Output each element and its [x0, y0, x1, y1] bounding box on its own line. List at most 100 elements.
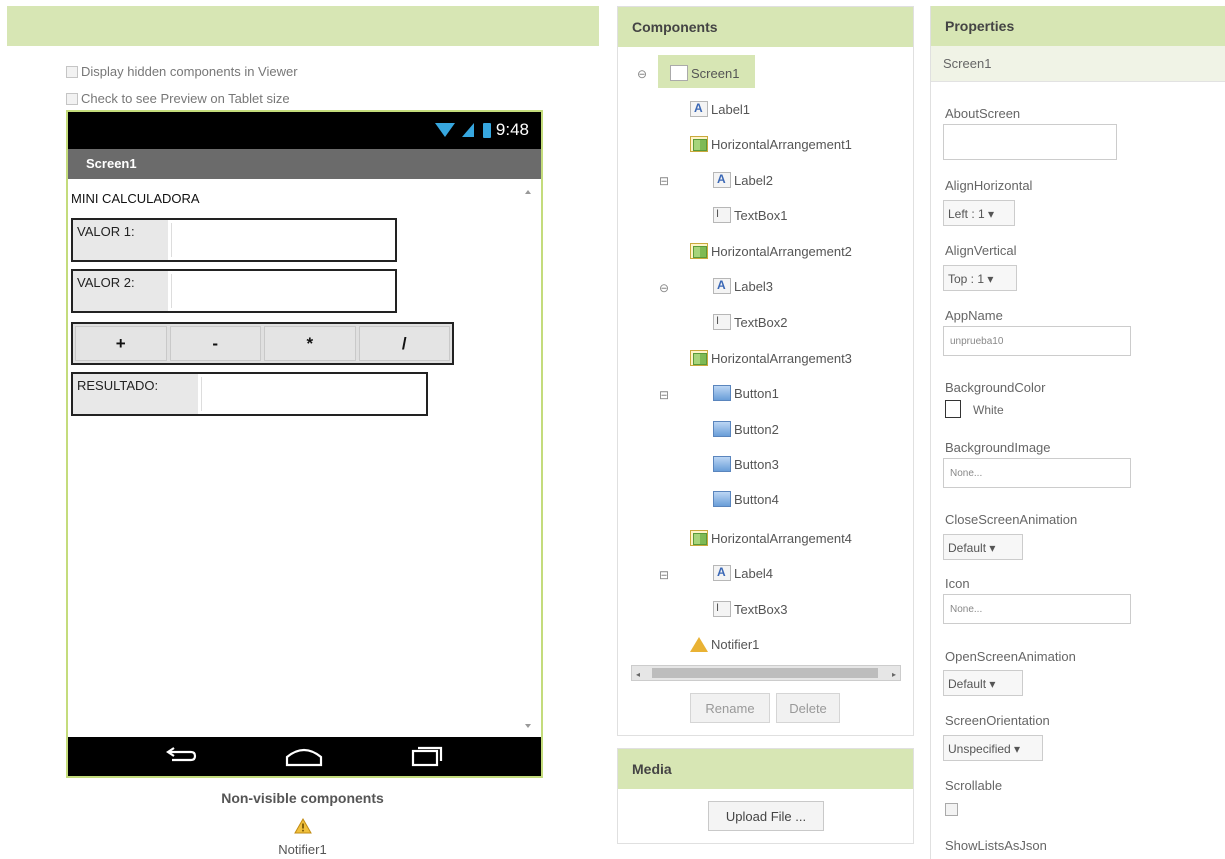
prop-backgroundcolor-label: BackgroundColor — [945, 380, 1046, 395]
status-bar: 9:48 — [68, 112, 541, 149]
prop-appname-label: AppName — [945, 308, 1003, 323]
scroll-left-arrow-icon[interactable]: ◂ — [636, 670, 640, 679]
tree-item-label2[interactable]: Label2 — [713, 172, 773, 188]
color-swatch-icon[interactable] — [945, 400, 961, 418]
button-icon — [713, 385, 731, 401]
horizontal-arrangement-1[interactable]: VALOR 1: — [71, 218, 397, 262]
tree-item-horizontalarrangement4[interactable]: HorizontalArrangement4 — [690, 530, 852, 546]
phone-scrollbar[interactable] — [523, 184, 535, 734]
tree-item-label4[interactable]: Label4 — [713, 565, 773, 581]
button-icon — [713, 491, 731, 507]
scroll-right-arrow-icon[interactable]: ▸ — [892, 670, 896, 679]
textbox2[interactable] — [171, 274, 392, 308]
label4-resultado[interactable]: RESULTADO: — [73, 374, 198, 414]
tree-item-textbox1[interactable]: TextBox1 — [713, 207, 787, 223]
label-icon — [713, 172, 731, 188]
tree-item-button4[interactable]: Button4 — [713, 491, 779, 507]
collapse-harr3-toggle[interactable]: ⊟ — [658, 388, 670, 402]
collapse-harr1-toggle[interactable]: ⊟ — [658, 174, 670, 188]
viewer-panel: Display hidden components in Viewer Chec… — [0, 0, 605, 859]
notifier-warning-icon — [690, 637, 708, 652]
textbox3[interactable] — [201, 377, 423, 411]
button3-multiply[interactable]: * — [264, 326, 356, 361]
signal-icon — [461, 123, 474, 137]
backgroundcolor-value[interactable]: White — [973, 403, 1004, 417]
battery-icon — [482, 122, 491, 138]
prop-backgroundimage-label: BackgroundImage — [945, 440, 1051, 455]
status-time: 9:48 — [495, 120, 529, 139]
tablet-preview-checkbox[interactable] — [66, 92, 78, 105]
icon-picker[interactable]: None... — [943, 594, 1131, 624]
screen-title: Screen1 — [86, 156, 137, 171]
prop-closescreenanimation-label: CloseScreenAnimation — [945, 512, 1078, 527]
button4-divide[interactable]: / — [358, 326, 450, 361]
horizontal-arrangement-2[interactable]: VALOR 2: — [71, 269, 397, 313]
textbox-icon — [713, 207, 731, 223]
rename-button[interactable]: Rename — [690, 693, 770, 723]
upload-file-button[interactable]: Upload File ... — [708, 801, 824, 831]
notifier-warning-icon[interactable] — [294, 818, 312, 834]
label3-valor2[interactable]: VALOR 2: — [73, 271, 168, 311]
prop-showlistsasjson-label: ShowListsAsJson — [945, 838, 1047, 853]
collapse-harr4-toggle[interactable]: ⊟ — [658, 568, 670, 582]
button2-minus[interactable]: - — [169, 326, 261, 361]
tree-item-button3[interactable]: Button3 — [713, 456, 779, 472]
textbox1[interactable] — [171, 223, 392, 257]
tree-item-button2[interactable]: Button2 — [713, 421, 779, 437]
tree-item-textbox2[interactable]: TextBox2 — [713, 314, 787, 330]
horizontal-arrangement-icon — [690, 350, 708, 366]
tree-item-textbox3[interactable]: TextBox3 — [713, 601, 787, 617]
tree-item-label3[interactable]: Label3 — [713, 278, 773, 294]
components-horizontal-scrollbar[interactable]: ◂ ▸ — [631, 665, 901, 681]
scroll-up-arrow-icon[interactable] — [525, 190, 531, 194]
collapse-screen1-toggle[interactable]: ⊖ — [636, 67, 648, 81]
tree-item-horizontalarrangement2[interactable]: HorizontalArrangement2 — [690, 243, 852, 259]
label2-valor1[interactable]: VALOR 1: — [73, 220, 168, 260]
display-hidden-checkbox[interactable] — [66, 65, 78, 78]
backgroundimage-picker[interactable]: None... — [943, 458, 1131, 488]
scrollbar-thumb[interactable] — [652, 668, 878, 678]
components-panel: Components ⊖ ⊟ ⊖ ⊟ ⊟ Screen1 Label1 Hori… — [617, 6, 914, 736]
prop-openscreenanimation-label: OpenScreenAnimation — [945, 649, 1076, 664]
prop-icon-label: Icon — [945, 576, 970, 591]
nonvisible-components-title: Non-visible components — [221, 790, 384, 806]
nonvisible-notifier1[interactable]: Notifier1 — [0, 842, 605, 857]
tree-item-button1[interactable]: Button1 — [713, 385, 779, 401]
textbox-icon — [713, 314, 731, 330]
tree-item-horizontalarrangement3[interactable]: HorizontalArrangement3 — [690, 350, 852, 366]
tree-item-horizontalarrangement1[interactable]: HorizontalArrangement1 — [690, 136, 852, 152]
button1-plus[interactable]: + — [75, 326, 167, 361]
tree-item-screen1[interactable]: Screen1 — [670, 65, 739, 81]
properties-target: Screen1 — [931, 46, 1225, 82]
collapse-harr2-toggle[interactable]: ⊖ — [658, 281, 670, 295]
openscreenanimation-dropdown[interactable]: Default ▾ — [943, 670, 1023, 696]
screen-icon — [670, 65, 688, 81]
media-header: Media — [618, 749, 913, 789]
tablet-preview-option[interactable]: Check to see Preview on Tablet size — [66, 91, 290, 106]
appname-input[interactable]: unprueba10 — [943, 326, 1131, 356]
horizontal-arrangement-4[interactable]: RESULTADO: — [71, 372, 428, 416]
prop-aboutscreen-label: AboutScreen — [945, 106, 1021, 121]
scroll-down-arrow-icon[interactable] — [525, 724, 531, 728]
aboutscreen-textarea[interactable] — [943, 124, 1117, 160]
tree-item-label1[interactable]: Label1 — [690, 101, 750, 117]
alignhorizontal-dropdown[interactable]: Left : 1 ▾ — [943, 200, 1015, 226]
screenorientation-dropdown[interactable]: Unspecified ▾ — [943, 735, 1043, 761]
label1-mini-calculadora[interactable]: MINI CALCULADORA — [71, 191, 200, 206]
back-icon — [166, 747, 197, 762]
properties-panel: Properties Screen1 AboutScreen AlignHori… — [930, 6, 1225, 859]
label-icon — [713, 278, 731, 294]
display-hidden-option[interactable]: Display hidden components in Viewer — [66, 64, 298, 79]
prop-alignhorizontal-label: AlignHorizontal — [945, 178, 1033, 193]
display-hidden-label: Display hidden components in Viewer — [81, 64, 298, 79]
button-icon — [713, 456, 731, 472]
horizontal-arrangement-3[interactable]: + - * / — [71, 322, 454, 365]
scrollable-checkbox[interactable] — [945, 803, 958, 816]
label-icon — [690, 101, 708, 117]
delete-button[interactable]: Delete — [776, 693, 840, 723]
alignvertical-dropdown[interactable]: Top : 1 ▾ — [943, 265, 1017, 291]
closescreenanimation-dropdown[interactable]: Default ▾ — [943, 534, 1023, 560]
tree-item-notifier1[interactable]: Notifier1 — [690, 637, 759, 652]
components-header: Components — [618, 7, 913, 47]
prop-scrollable-label: Scrollable — [945, 778, 1003, 793]
